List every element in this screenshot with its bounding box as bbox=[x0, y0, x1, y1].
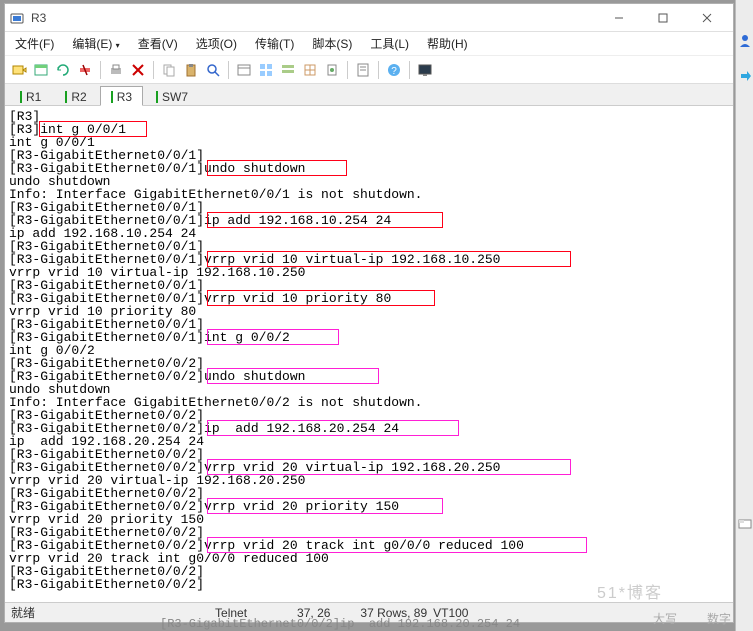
toolbar-print-icon[interactable] bbox=[106, 60, 126, 80]
toolbar-cancel-icon[interactable] bbox=[128, 60, 148, 80]
status-ready: 就绪 bbox=[11, 604, 35, 621]
toolbar-options4-icon[interactable] bbox=[322, 60, 342, 80]
toolbar-paste-icon[interactable] bbox=[181, 60, 201, 80]
toolbar-screen-icon[interactable] bbox=[415, 60, 435, 80]
sidebar-folder-icon[interactable] bbox=[737, 515, 753, 531]
terminal-output[interactable]: [R3][R3]int g 0/0/1int g 0/0/1[R3-Gigabi… bbox=[5, 106, 733, 602]
menu-options[interactable]: 选项(O) bbox=[192, 33, 241, 54]
menu-script[interactable]: 脚本(S) bbox=[308, 33, 356, 54]
toolbar-properties-icon[interactable] bbox=[234, 60, 254, 80]
terminal-line: [R3-GigabitEthernet0/0/2]undo shutdown bbox=[9, 370, 733, 383]
close-button[interactable] bbox=[685, 5, 729, 31]
tab-strip: R1 R2 R3 SW7 bbox=[5, 84, 733, 106]
toolbar-quick-connect-icon[interactable] bbox=[9, 60, 29, 80]
toolbar-options2-icon[interactable] bbox=[278, 60, 298, 80]
terminal-line: [R3-GigabitEthernet0/0/1]int g 0/0/2 bbox=[9, 331, 733, 344]
window-titlebar: R3 bbox=[5, 4, 733, 32]
app-icon bbox=[9, 10, 25, 26]
terminal-line: [R3-GigabitEthernet0/0/1]undo shutdown bbox=[9, 162, 733, 175]
toolbar-log-icon[interactable] bbox=[353, 60, 373, 80]
toolbar-options3-icon[interactable] bbox=[300, 60, 320, 80]
toolbar-copy-icon[interactable] bbox=[159, 60, 179, 80]
toolbar-options1-icon[interactable] bbox=[256, 60, 276, 80]
toolbar-help-icon[interactable]: ? bbox=[384, 60, 404, 80]
toolbar: ? bbox=[5, 56, 733, 84]
menu-bar: 文件(F) 编辑(E) ▾ 查看(V) 选项(O) 传输(T) 脚本(S) 工具… bbox=[5, 32, 733, 56]
menu-edit[interactable]: 编辑(E) ▾ bbox=[68, 33, 123, 54]
tab-sw7[interactable]: SW7 bbox=[145, 85, 199, 105]
menu-tools[interactable]: 工具(L) bbox=[366, 33, 413, 54]
toolbar-reconnect-icon[interactable] bbox=[53, 60, 73, 80]
toolbar-session-manager-icon[interactable] bbox=[31, 60, 51, 80]
tab-r3[interactable]: R3 bbox=[100, 86, 143, 106]
background-peek-line: [R3-GigabitEthernet0/0/2]ip add 192.168.… bbox=[160, 617, 520, 631]
window-title: R3 bbox=[31, 11, 597, 25]
docked-sidebar bbox=[735, 0, 753, 631]
maximize-button[interactable] bbox=[641, 5, 685, 31]
tab-r1[interactable]: R1 bbox=[9, 85, 52, 105]
toolbar-find-icon[interactable] bbox=[203, 60, 223, 80]
terminal-line: [R3-GigabitEthernet0/0/2] bbox=[9, 578, 733, 591]
sidebar-transfer-icon[interactable] bbox=[737, 68, 753, 84]
menu-transfer[interactable]: 传输(T) bbox=[251, 33, 298, 54]
menu-help[interactable]: 帮助(H) bbox=[423, 33, 472, 54]
status-right-group: 大写 数字 bbox=[653, 610, 731, 627]
status-caps: 大写 bbox=[653, 610, 677, 627]
tab-r2[interactable]: R2 bbox=[54, 85, 97, 105]
minimize-button[interactable] bbox=[597, 5, 641, 31]
menu-view[interactable]: 查看(V) bbox=[134, 33, 182, 54]
status-num: 数字 bbox=[707, 610, 731, 627]
sidebar-person-icon[interactable] bbox=[737, 32, 753, 48]
svg-text:?: ? bbox=[391, 66, 397, 77]
menu-file[interactable]: 文件(F) bbox=[11, 33, 58, 54]
terminal-line: [R3]int g 0/0/1 bbox=[9, 123, 733, 136]
toolbar-disconnect-icon[interactable] bbox=[75, 60, 95, 80]
